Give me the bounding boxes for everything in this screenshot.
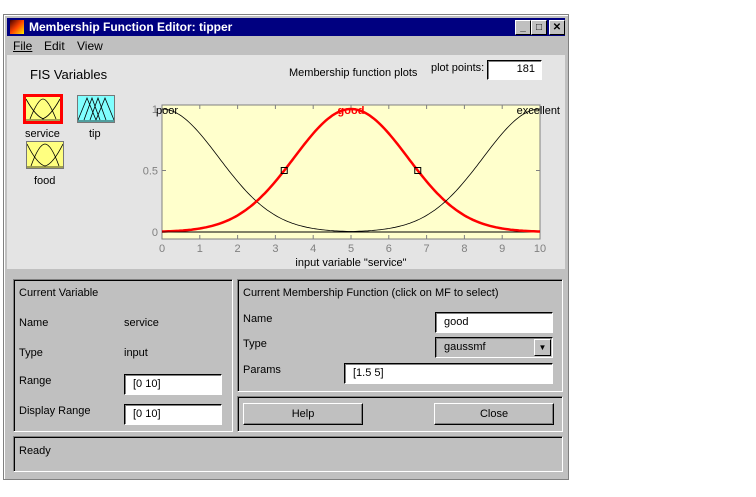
x-tick-label: 7 [424,243,430,255]
y-tick-label: 0.5 [143,166,158,178]
x-axis-label: input variable "service" [295,257,406,269]
x-tick-label: 10 [534,243,546,255]
display-range-input[interactable]: [0 10] [124,404,222,425]
range-input[interactable]: [0 10] [124,374,222,395]
matlab-logo-icon [10,20,24,34]
current-variable-panel: Current Variable Name service Type input… [13,279,233,432]
y-tick-label: 0 [152,227,158,239]
mf-label-good: good [338,105,365,117]
menu-view[interactable]: View [77,39,103,53]
menu-file[interactable]: File [13,39,32,53]
current-mf-panel: Current Membership Function (click on MF… [237,279,563,392]
mf-name-input[interactable]: good [435,312,553,333]
window-title: Membership Function Editor: tipper [29,20,233,34]
status-panel: Ready [13,436,563,472]
display-range-label: Display Range [19,405,91,417]
minimize-button[interactable]: _ [515,20,531,35]
x-tick-label: 0 [159,243,165,255]
x-tick-label: 6 [386,243,392,255]
plot-area: FIS Variables service tip food Membershi… [7,55,565,269]
chevron-down-icon[interactable]: ▼ [534,339,551,356]
title-bar: Membership Function Editor: tipper _ □ ✕ [7,18,565,36]
current-variable-heading: Current Variable [19,287,99,299]
mf-type-label: Type [243,338,267,350]
mf-params-label: Params [243,364,281,376]
buttons-panel: Help Close [237,396,563,432]
help-button[interactable]: Help [243,403,363,425]
mf-type-value: gaussmf [444,341,486,353]
menu-bar: File Edit View [7,37,565,55]
mf-params-input[interactable]: [1.5 5] [344,363,553,384]
close-window-button[interactable]: ✕ [549,20,565,35]
x-tick-label: 3 [272,243,278,255]
x-tick-label: 1 [197,243,203,255]
mf-label-excellent: excellent [517,105,560,117]
menu-edit[interactable]: Edit [44,39,65,53]
range-label: Range [19,375,52,387]
x-tick-label: 5 [348,243,354,255]
current-mf-heading: Current Membership Function (click on MF… [243,287,499,299]
mf-editor-window: Membership Function Editor: tipper _ □ ✕… [3,14,569,480]
var-name-label: Name [19,317,49,329]
var-type-value: input [124,347,148,359]
close-button[interactable]: Close [434,403,554,425]
var-type-label: Type [19,347,43,359]
var-name-value: service [124,317,159,329]
maximize-button[interactable]: □ [531,20,547,35]
status-text: Ready [19,445,51,457]
mf-type-select[interactable]: gaussmf ▼ [435,337,553,358]
mf-name-label: Name [243,313,273,325]
x-tick-label: 8 [461,243,467,255]
plot-background [161,104,541,240]
x-tick-label: 4 [310,243,316,255]
x-tick-label: 9 [499,243,505,255]
mf-plot[interactable]: 0 1 2 3 4 5 6 7 8 9 1000.51poor good excellentinput … [7,55,565,269]
x-tick-label: 2 [235,243,241,255]
mf-label-poor: poor [156,105,178,117]
